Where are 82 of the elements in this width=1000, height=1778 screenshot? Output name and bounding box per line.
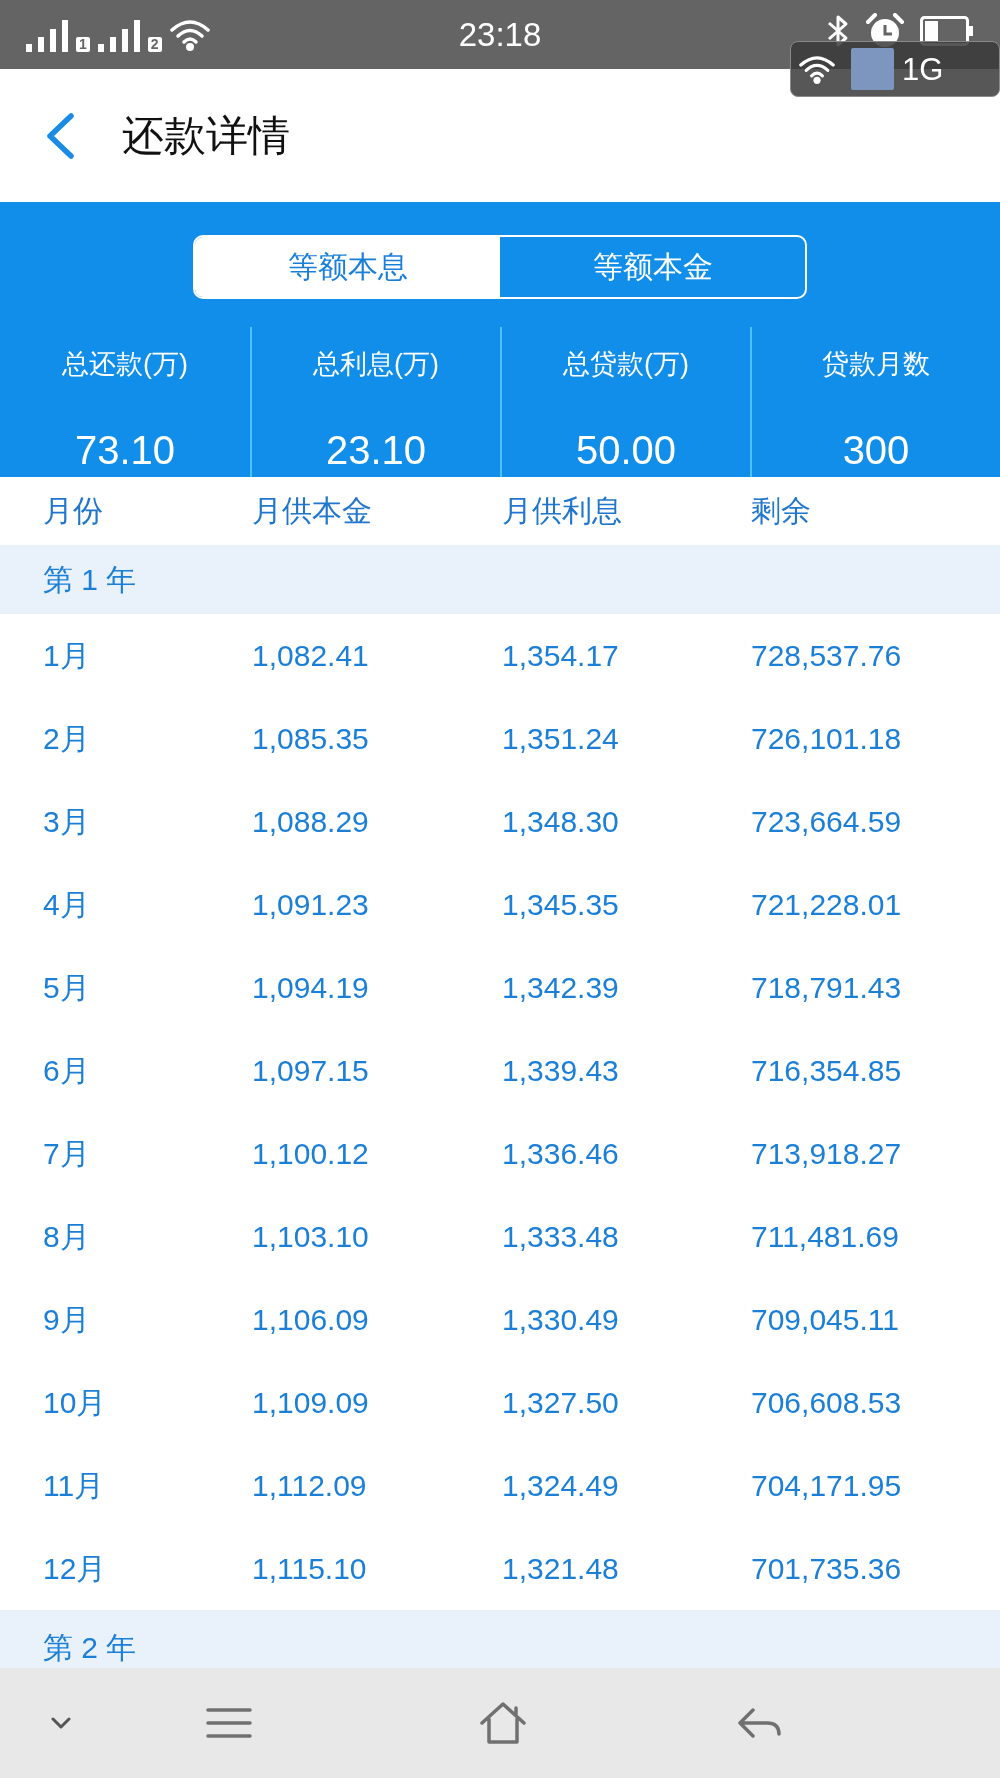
table-cell: 1,094.19: [252, 972, 369, 1003]
table-cell: 2月: [43, 723, 90, 754]
table-cell: 1,115.10: [252, 1553, 367, 1584]
table-cell: 1,103.10: [252, 1221, 369, 1252]
sim-slot-label: 2: [147, 36, 162, 52]
table-cell: 1,112.09: [252, 1470, 367, 1501]
table-cell: 1,097.15: [252, 1055, 369, 1086]
summary-label: 总利息(万): [313, 348, 439, 381]
back-chevron-icon: [45, 112, 75, 159]
summary-label: 总还款(万): [62, 348, 188, 381]
table-cell: 5月: [43, 972, 90, 1003]
column-header: 月供利息: [502, 496, 622, 526]
table-cell: 1,327.50: [502, 1387, 619, 1418]
table-cell: 709,045.11: [751, 1304, 899, 1335]
status-time: 23:18: [458, 18, 542, 51]
table-cell: 726,101.18: [751, 723, 902, 754]
table-cell: 1,085.35: [252, 723, 369, 754]
table-cell: 1,091.23: [252, 889, 369, 920]
summary-value: 300: [842, 427, 910, 473]
back-nav-button[interactable]: [737, 1706, 783, 1740]
table-cell: 3月: [43, 806, 90, 837]
table-cell: 1,321.48: [502, 1553, 619, 1584]
column-header: 月份: [43, 496, 103, 526]
table-cell: 728,537.76: [751, 640, 902, 671]
table-cell: 8月: [43, 1221, 90, 1252]
table-cell: 1,345.35: [502, 889, 619, 920]
signal-icon: [97, 19, 142, 52]
column-header: 剩余: [751, 496, 811, 526]
summary-label: 贷款月数: [822, 348, 930, 381]
page-title: 还款详情: [122, 114, 290, 157]
network-speed: 1G: [902, 53, 944, 85]
table-cell: 1,324.49: [502, 1470, 619, 1501]
home-icon: [480, 1702, 526, 1744]
table-cell: 6月: [43, 1055, 90, 1086]
column-header: 月供本金: [252, 496, 372, 526]
year-label: 第 1 年: [43, 561, 137, 598]
home-button[interactable]: [480, 1702, 526, 1744]
table-cell: 1,082.41: [252, 640, 369, 671]
year-label: 第 2 年: [43, 1630, 137, 1666]
table-cell: 1,336.46: [502, 1138, 619, 1169]
table-cell: 723,664.59: [751, 806, 902, 837]
table-cell: 1月: [43, 640, 90, 671]
tab[interactable]: 等额本金: [500, 237, 805, 297]
table-cell: 1,109.09: [252, 1387, 369, 1418]
table-cell: 1,106.09: [252, 1304, 369, 1335]
table-cell: 701,735.36: [751, 1553, 902, 1584]
table-cell: 7月: [43, 1138, 90, 1169]
table-cell: 1,354.17: [502, 640, 619, 671]
table-cell: 1,088.29: [252, 806, 369, 837]
back-arrow-icon: [737, 1706, 783, 1740]
table-cell: 10月: [43, 1387, 107, 1418]
tab[interactable]: 等额本息: [195, 237, 500, 297]
table-cell: 721,228.01: [751, 889, 902, 920]
summary-value: 23.10: [325, 427, 427, 473]
table-cell: 704,171.95: [751, 1470, 902, 1501]
table-cell: 11月: [43, 1470, 105, 1501]
table-cell: 12月: [43, 1553, 107, 1584]
chevron-down-icon: [51, 1717, 71, 1729]
table-cell: 1,342.39: [502, 972, 619, 1003]
table-cell: 713,918.27: [751, 1138, 902, 1169]
sim-slot-label: 1: [76, 36, 90, 52]
summary-value: 50.00: [575, 427, 677, 473]
table-cell: 706,608.53: [751, 1387, 902, 1418]
wifi-icon: [799, 53, 835, 85]
wifi-icon: [169, 17, 210, 52]
table-cell: 1,339.43: [502, 1055, 619, 1086]
table-cell: 9月: [43, 1304, 90, 1335]
table-cell: 1,100.12: [252, 1138, 369, 1169]
summary-value: 73.10: [74, 427, 176, 473]
menu-icon: [206, 1707, 252, 1739]
table-cell: 1,330.49: [502, 1304, 619, 1335]
table-cell: 1,348.30: [502, 806, 619, 837]
summary-label: 总贷款(万): [563, 348, 689, 381]
table-cell: 4月: [43, 889, 90, 920]
signal-icon: [26, 19, 70, 52]
table-cell: 1,333.48: [502, 1221, 619, 1252]
menu-button[interactable]: [206, 1707, 252, 1739]
table-cell: 1,351.24: [502, 723, 619, 754]
table-cell: 718,791.43: [751, 972, 902, 1003]
square-icon: [851, 48, 894, 90]
table-cell: 716,354.85: [751, 1055, 902, 1086]
table-cell: 711,481.69: [751, 1221, 899, 1252]
